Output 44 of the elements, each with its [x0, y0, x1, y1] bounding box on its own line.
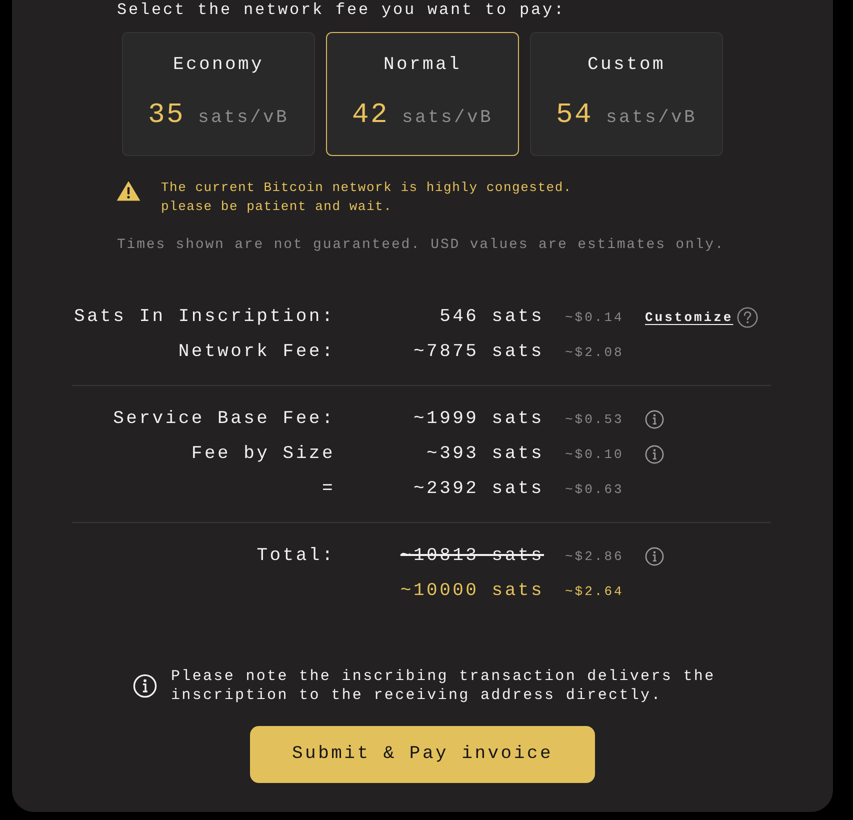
- fee-label: Total:: [256, 545, 335, 568]
- usd-estimate: ~$2.64: [564, 582, 625, 601]
- usd-estimate: ~$0.53: [564, 410, 625, 429]
- fee-label: Network Fee:: [177, 341, 335, 364]
- submit-pay-button[interactable]: Submit & Pay invoice: [250, 726, 595, 783]
- usd-estimate: ~$0.63: [564, 480, 625, 499]
- fee-rate-unit: sats/vB: [198, 107, 290, 130]
- usd-estimate: ~$0.14: [564, 308, 625, 327]
- fee-rate-value: 35: [148, 100, 185, 132]
- fee-option-card[interactable]: Economy 35 sats/vB: [122, 32, 315, 156]
- info-icon: [133, 674, 157, 698]
- section-heading: Select the network fee you want to pay:: [117, 0, 567, 20]
- info-icon: [645, 410, 664, 429]
- fee-option-card[interactable]: Custom 54 sats/vB: [530, 32, 723, 156]
- fee-label: Fee by Size: [190, 443, 335, 466]
- fee-option-title: Economy: [172, 54, 264, 77]
- sats-amount: ~1999 sats: [412, 408, 544, 431]
- fee-option-card[interactable]: Normal 42 sats/vB: [326, 32, 519, 156]
- fee-rate-value: 54: [556, 100, 593, 132]
- customize-link[interactable]: Customize: [645, 308, 734, 328]
- sats-amount: ~10000 sats: [399, 580, 544, 603]
- help-icon[interactable]: [737, 307, 758, 328]
- fee-label: Sats In Inscription:: [72, 306, 335, 329]
- sats-amount: ~7875 sats: [412, 341, 544, 364]
- original-amount: ~10813 sats: [399, 545, 544, 568]
- fee-option-title: Custom: [587, 54, 666, 77]
- sats-amount: 546 sats: [438, 306, 544, 329]
- fee-rate-unit: sats/vB: [606, 107, 698, 130]
- sats-amount: ~393 sats: [426, 443, 544, 466]
- usd-estimate: ~$2.08: [564, 344, 625, 362]
- fee-option-title: Normal: [383, 54, 462, 77]
- fee-label: Service Base Fee:: [112, 408, 335, 431]
- warning-message: The current Bitcoin network is highly congested. please be patient and wait.: [161, 179, 573, 216]
- fee-rate-unit: sats/vB: [402, 107, 494, 130]
- fee-label: =: [320, 478, 335, 501]
- fee-rate-value: 42: [352, 100, 389, 132]
- warning-icon: [117, 181, 140, 201]
- usd-estimate: ~$0.10: [564, 446, 625, 464]
- sats-amount: ~2392 sats: [412, 478, 544, 501]
- note-text: Please note the inscribing transaction delivers the inscription to the receiving address directly.: [171, 667, 716, 705]
- info-icon: [645, 445, 664, 464]
- info-icon: [645, 547, 664, 566]
- disclaimer-text: Times shown are not guaranteed. USD values are estimates only.: [117, 236, 726, 255]
- usd-estimate: ~$2.86: [564, 548, 625, 566]
